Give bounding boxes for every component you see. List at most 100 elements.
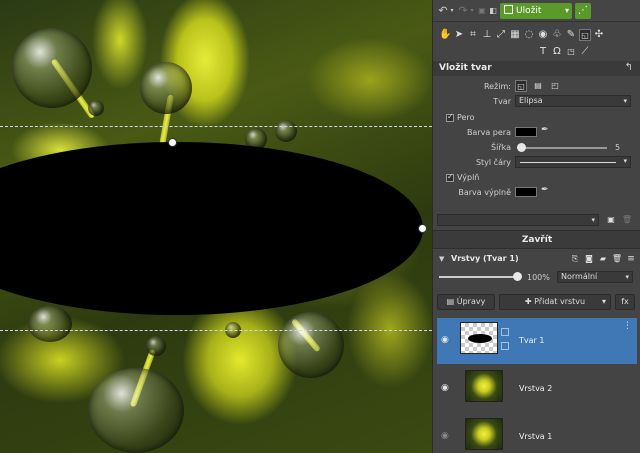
delete-preset-icon[interactable]: 🗑 xyxy=(621,214,633,226)
pen-color-label: Barva pera xyxy=(466,128,511,137)
save-icon xyxy=(504,5,513,14)
layer-row[interactable]: ◉ Vrstva 1 xyxy=(437,414,637,453)
hand-icon[interactable]: ✋ xyxy=(439,29,451,41)
eye-icon[interactable]: ◉ xyxy=(537,29,549,41)
water-drop xyxy=(28,306,72,342)
save-button[interactable]: Uložit ▾ xyxy=(500,3,572,19)
duplicate-layer-icon[interactable]: ⎘ xyxy=(569,253,581,265)
shape-select[interactable]: Elipsa ▾ xyxy=(515,95,631,107)
close-button[interactable]: Zavřít xyxy=(433,230,640,249)
fill-color-swatch[interactable] xyxy=(515,187,537,197)
chevron-down-icon[interactable]: ▾ xyxy=(565,3,569,19)
blend-mode-value: Normální xyxy=(561,272,598,281)
line-style-label: Styl čáry xyxy=(475,158,511,167)
shape-handle-right[interactable] xyxy=(418,224,427,233)
lasso-icon[interactable]: ◌ xyxy=(523,29,535,41)
layer-thumbnail xyxy=(465,418,503,450)
water-drop xyxy=(140,62,192,114)
width-value: 5 xyxy=(615,143,621,152)
chevron-down-icon: ▾ xyxy=(623,157,627,165)
crop-icon[interactable]: ⌗ xyxy=(467,29,479,41)
save-preset-icon[interactable]: ▣ xyxy=(605,214,617,226)
fill-checkbox[interactable] xyxy=(446,172,454,182)
collapse-icon[interactable]: ▼ xyxy=(439,255,444,263)
more-tools-icon[interactable]: ✣ xyxy=(593,29,605,41)
mode-shape-icon[interactable]: ◱ xyxy=(515,80,527,92)
water-drop xyxy=(275,120,297,142)
mode-pixel-icon[interactable]: ◰ xyxy=(549,80,561,92)
line-icon[interactable]: ⟋ xyxy=(579,46,591,58)
guide-line-bottom xyxy=(0,330,432,331)
selection-icon[interactable]: ▦ xyxy=(509,29,521,41)
back-arrow-icon[interactable]: ↰ xyxy=(625,62,633,73)
pen-label: Pero xyxy=(457,113,475,122)
layer-link-icon xyxy=(501,342,509,350)
compare-icon[interactable]: ◧ xyxy=(488,4,498,18)
layer-name: Vrstva 2 xyxy=(519,384,553,393)
pen-checkbox[interactable] xyxy=(446,112,454,122)
eye-icon[interactable]: ◉ xyxy=(441,383,451,393)
pointer-icon[interactable]: ➤ xyxy=(453,29,465,41)
shape-insert-icon[interactable]: ◳ xyxy=(565,46,577,58)
menu-icon[interactable]: ≡ xyxy=(625,253,637,265)
folder-icon[interactable]: ▰ xyxy=(597,253,609,265)
chevron-down-icon: ▾ xyxy=(625,273,629,281)
width-slider-knob[interactable] xyxy=(517,143,526,152)
chevron-down-icon: ▾ xyxy=(591,216,595,224)
eyedropper-icon[interactable]: ✒ xyxy=(541,125,549,135)
save-button-label: Uložit xyxy=(516,6,542,16)
history-icon[interactable]: ▣ xyxy=(477,4,487,18)
opacity-row: 100% Normální ▾ xyxy=(433,268,640,286)
mask-icon[interactable]: ◙ xyxy=(583,253,595,265)
text-icon[interactable]: T xyxy=(537,46,549,58)
add-layer-button[interactable]: ✚ Přidat vrstvu ▾ xyxy=(499,294,611,310)
straighten-icon[interactable]: ⊥ xyxy=(481,29,493,41)
eyedropper-icon[interactable]: ✒ xyxy=(541,185,549,195)
shape-tool-icon[interactable]: ◱ xyxy=(579,29,591,41)
opacity-slider-track[interactable] xyxy=(439,276,519,278)
chevron-down-icon: ▾ xyxy=(601,297,606,306)
eye-icon[interactable]: ◉ xyxy=(441,335,451,345)
omega-icon[interactable]: Ω xyxy=(551,46,563,58)
water-drop xyxy=(88,368,184,453)
layer-name: Vrstva 1 xyxy=(519,432,553,441)
water-drop xyxy=(146,336,166,356)
eye-icon[interactable]: ◉ xyxy=(441,431,451,441)
layer-row[interactable]: ◉ Vrstva 2 xyxy=(437,366,637,412)
opacity-value: 100% xyxy=(527,273,550,282)
shape-label: Tvar xyxy=(493,97,511,106)
width-label: Šířka xyxy=(491,143,511,152)
ellipse-shape[interactable] xyxy=(0,142,423,315)
line-style-select[interactable]: ▾ xyxy=(515,156,631,168)
layer-name: Tvar 1 xyxy=(519,336,545,345)
blend-mode-select[interactable]: Normální ▾ xyxy=(557,271,633,283)
layer-actions: ▤ Úpravy ✚ Přidat vrstvu ▾ fx xyxy=(433,292,640,312)
pen-color-swatch[interactable] xyxy=(515,127,537,137)
fill-color-label: Barva výplně xyxy=(458,188,511,197)
image-canvas[interactable] xyxy=(0,0,432,453)
shape-handle-top[interactable] xyxy=(168,138,177,147)
mode-label: Režim: xyxy=(483,82,511,91)
water-drop xyxy=(88,100,104,116)
opacity-slider-knob[interactable] xyxy=(513,272,522,281)
preset-select[interactable]: ▾ xyxy=(437,214,599,226)
layer-row[interactable]: ◉ Tvar 1 ⋮ xyxy=(437,318,637,364)
adjustments-button[interactable]: ▤ Úpravy xyxy=(437,294,495,310)
adjustments-icon: ▤ xyxy=(446,297,457,306)
more-options-icon[interactable]: ⋮ xyxy=(623,321,632,331)
section-header: Vložit tvar ↰ xyxy=(433,61,640,76)
redo-icon[interactable]: ↷ xyxy=(457,4,469,18)
adjustments-label: Úpravy xyxy=(456,297,486,306)
brush-icon[interactable]: ✎ xyxy=(565,29,577,41)
fx-button[interactable]: fx xyxy=(615,294,635,310)
undo-icon[interactable]: ↶ xyxy=(437,4,449,18)
trash-icon[interactable]: 🗑 xyxy=(611,253,623,265)
share-icon[interactable]: ⋰ xyxy=(575,3,591,19)
resize-icon[interactable]: ⤢ xyxy=(495,29,507,41)
redo-dropdown-icon[interactable]: ▾ xyxy=(469,4,475,18)
clone-icon[interactable]: ♧ xyxy=(551,29,563,41)
undo-dropdown-icon[interactable]: ▾ xyxy=(449,4,455,18)
section-title: Vložit tvar xyxy=(439,63,492,73)
mode-path-icon[interactable]: ▤ xyxy=(532,80,544,92)
width-slider-track[interactable] xyxy=(517,147,607,149)
